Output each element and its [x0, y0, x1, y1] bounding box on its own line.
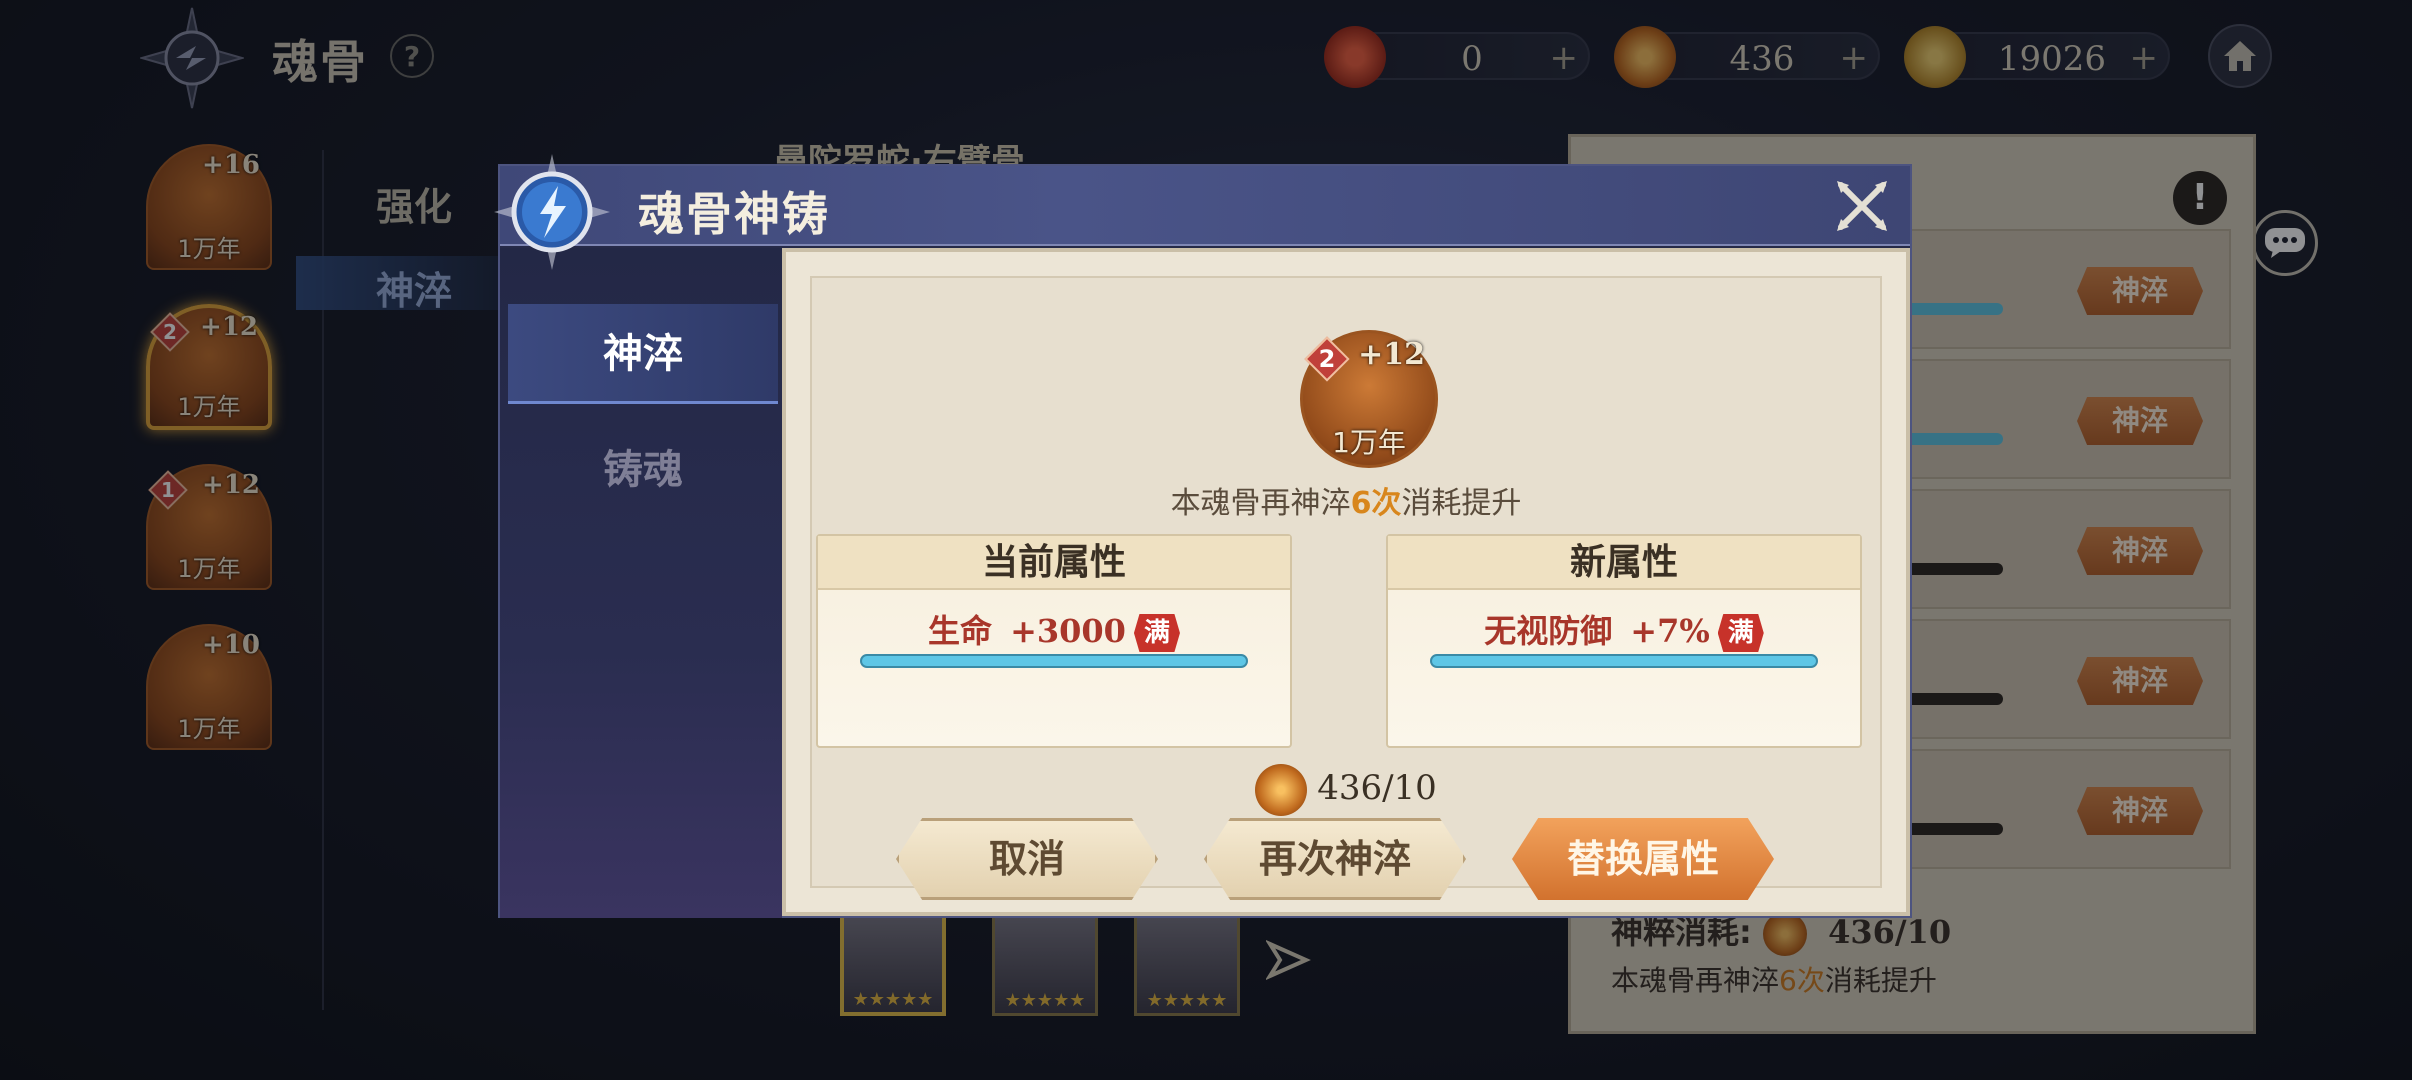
new-attribute-box: 新属性 无视防御 +7% 满: [1386, 534, 1862, 748]
selected-bone-icon: 2 +12 1万年: [1300, 330, 1438, 468]
soul-bone-forge-dialog: 魂骨神铸 神淬 铸魂 2 +12 1万年 本魂骨再神淬6次消耗提升 当前属性 生…: [494, 154, 1912, 918]
soul-coin-icon: [1255, 764, 1308, 816]
new-attribute-bar: [1430, 654, 1818, 668]
tab-soul-cast[interactable]: 铸魂: [508, 420, 778, 520]
current-attribute-bar: [860, 654, 1248, 668]
dialog-title: 魂骨神铸: [638, 187, 830, 241]
current-attribute-line: 生命 +3000 满: [818, 606, 1290, 652]
new-attribute-line: 无视防御 +7% 满: [1388, 606, 1860, 652]
bone-level: +12: [1358, 337, 1425, 372]
content-inner: 2 +12 1万年 本魂骨再神淬6次消耗提升 当前属性 生命 +3000 满 新属性…: [810, 276, 1882, 900]
cancel-button[interactable]: 取消: [896, 818, 1158, 900]
close-icon: [1837, 181, 1887, 231]
temper-cost-row: 436/10: [812, 764, 1880, 816]
current-attribute-box: 当前属性 生命 +3000 满: [816, 534, 1292, 748]
replace-attribute-button[interactable]: 替换属性: [1512, 818, 1774, 900]
max-badge: 满: [1133, 614, 1180, 652]
lightning-emblem-icon: [492, 152, 612, 272]
rank-badge: 2: [1304, 336, 1350, 382]
max-badge: 满: [1717, 614, 1764, 652]
close-button[interactable]: [1834, 178, 1890, 234]
bone-age: 1万年: [1332, 426, 1406, 459]
current-attribute-header: 当前属性: [818, 536, 1290, 590]
tab-temper[interactable]: 神淬: [508, 304, 778, 404]
dialog-tab-panel: 神淬 铸魂: [500, 248, 782, 918]
temper-again-button[interactable]: 再次神淬: [1204, 818, 1466, 900]
temper-cost-note: 本魂骨再神淬6次消耗提升: [1170, 486, 1522, 521]
dialog-header: 魂骨神铸: [500, 166, 1910, 246]
new-attribute-header: 新属性: [1388, 536, 1860, 590]
dialog-content: 2 +12 1万年 本魂骨再神淬6次消耗提升 当前属性 生命 +3000 满 新属性…: [782, 248, 1910, 916]
